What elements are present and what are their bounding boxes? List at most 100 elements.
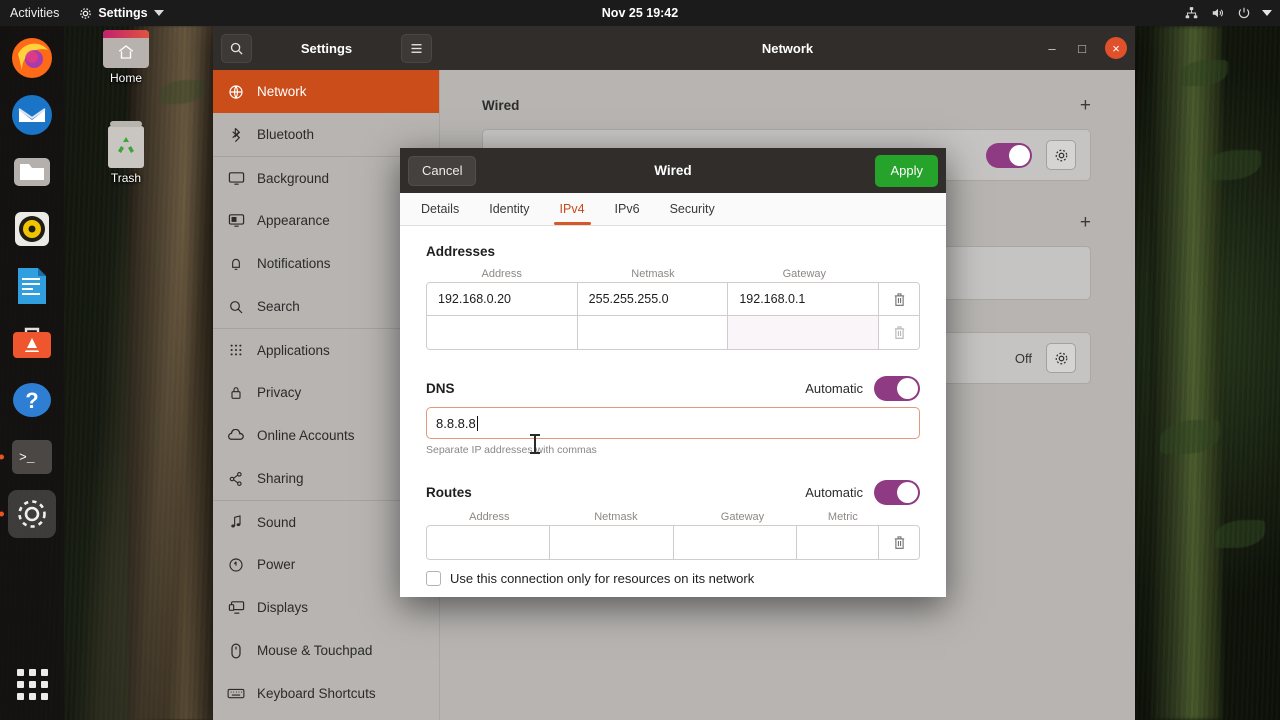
column-header-gateway: Gateway <box>782 268 827 280</box>
sidebar-item-label: Network <box>257 84 307 99</box>
section-title: Wired <box>482 98 520 113</box>
addresses-title: Addresses <box>426 244 496 259</box>
activities-button[interactable]: Activities <box>0 6 71 20</box>
desktop-icon-home[interactable]: Home <box>88 30 164 85</box>
minimize-button[interactable]: – <box>1045 41 1059 56</box>
vpn-settings-button[interactable] <box>1046 343 1076 373</box>
column-header-address: Address <box>469 511 510 523</box>
route-metric-input[interactable] <box>797 526 880 559</box>
restrict-connection-checkbox-row[interactable]: Use this connection only for resources o… <box>426 571 920 586</box>
desktop-icon-trash[interactable]: Trash <box>88 121 164 185</box>
dock-item-help[interactable]: ? <box>8 376 56 424</box>
dock-item-terminal[interactable]: >_ <box>8 433 56 481</box>
dock-item-files[interactable] <box>8 148 56 196</box>
route-netmask-input[interactable] <box>550 526 674 559</box>
dock-item-settings[interactable] <box>8 490 56 538</box>
routes-title: Routes <box>426 485 472 500</box>
dock-item-ubuntu-software[interactable] <box>8 319 56 367</box>
tab-security[interactable]: Security <box>655 193 730 225</box>
gear-icon <box>1055 149 1067 161</box>
dns-value: 8.8.8.8 <box>436 415 476 431</box>
chevron-down-icon <box>153 10 164 16</box>
addresses-column-labels: Address Netmask Gateway <box>426 268 920 280</box>
sidebar-item-network[interactable]: Network <box>213 70 439 113</box>
tab-ipv6[interactable]: IPv6 <box>600 193 655 225</box>
maximize-button[interactable]: □ <box>1075 41 1089 56</box>
dns-input[interactable]: 8.8.8.8 <box>426 407 920 439</box>
wallpaper-leaf <box>1180 60 1228 86</box>
dns-automatic-toggle[interactable] <box>874 376 920 401</box>
apply-button[interactable]: Apply <box>875 154 938 187</box>
trash-icon <box>108 121 144 168</box>
dock-item-firefox[interactable] <box>8 34 56 82</box>
address-input[interactable]: 192.168.0.20 <box>427 283 578 315</box>
clock[interactable]: Nov 25 19:42 <box>0 6 1280 20</box>
search-button[interactable] <box>221 33 252 63</box>
sidebar-item-label: Mouse & Touchpad <box>257 643 373 658</box>
cancel-button[interactable]: Cancel <box>408 155 477 186</box>
lock-icon <box>227 384 245 402</box>
restrict-connection-checkbox[interactable] <box>426 571 441 586</box>
show-applications-button[interactable] <box>10 662 54 706</box>
dock-item-thunderbird[interactable] <box>8 91 56 139</box>
netmask-input[interactable]: 255.255.255.0 <box>577 283 729 315</box>
music-note-icon <box>227 513 245 531</box>
tab-ipv4[interactable]: IPv4 <box>545 193 600 225</box>
sidebar-item-label: Notifications <box>257 256 331 271</box>
volume-icon <box>1212 8 1224 18</box>
sidebar-item-label: Power <box>257 557 296 572</box>
sidebar-item-label: Search <box>257 299 300 314</box>
gateway-input[interactable]: 192.168.0.1 <box>728 283 880 315</box>
sidebar-item-label: Displays <box>257 600 309 615</box>
dns-header: DNS Automatic <box>426 376 920 401</box>
wallpaper-leaf <box>1160 420 1220 454</box>
sidebar-item-mouse-touchpad[interactable]: Mouse & Touchpad <box>213 629 439 672</box>
power-icon <box>227 556 245 574</box>
share-icon <box>227 470 245 488</box>
routes-header: Routes Automatic <box>426 480 920 505</box>
delete-route-button[interactable] <box>879 526 919 559</box>
settings-window-titlebar: Settings Network – □ × <box>213 26 1135 70</box>
gear-icon <box>1055 352 1067 364</box>
chevron-down-icon <box>1262 10 1272 16</box>
plus-icon[interactable]: + <box>1080 96 1091 115</box>
wired-toggle[interactable] <box>986 142 1032 168</box>
gateway-input[interactable] <box>728 316 880 349</box>
route-address-input[interactable] <box>427 526 551 559</box>
appearance-icon <box>227 212 245 230</box>
column-header-address: Address <box>481 268 522 280</box>
close-button[interactable]: × <box>1105 37 1127 59</box>
dock-item-libreoffice-writer[interactable] <box>8 262 56 310</box>
table-row <box>427 526 919 559</box>
wired-connection-dialog: Cancel Wired Apply Details Identity IPv4… <box>400 148 946 597</box>
wallpaper-leaf <box>160 80 204 104</box>
sidebar-item-label: Privacy <box>257 385 302 400</box>
system-indicators[interactable] <box>1184 6 1272 20</box>
tab-details[interactable]: Details <box>406 193 474 225</box>
desktop-icon-label: Home <box>109 71 142 85</box>
wallpaper-leaf <box>1205 150 1261 180</box>
sidebar-item-keyboard-shortcuts[interactable]: Keyboard Shortcuts <box>213 672 439 715</box>
routes-automatic-control: Automatic <box>805 480 920 505</box>
sidebar-item-label: Appearance <box>257 213 330 228</box>
delete-address-button[interactable] <box>879 283 919 315</box>
delete-address-button[interactable] <box>879 316 919 349</box>
bell-icon <box>227 255 245 273</box>
restrict-connection-label: Use this connection only for resources o… <box>450 571 755 586</box>
dialog-titlebar: Cancel Wired Apply <box>400 148 946 193</box>
route-gateway-input[interactable] <box>673 526 798 559</box>
column-header-netmask: Netmask <box>631 268 675 280</box>
address-input[interactable] <box>427 316 578 349</box>
settings-content-header: Network – □ × <box>440 26 1135 70</box>
settings-title: Settings <box>300 40 353 56</box>
column-header-gateway: Gateway <box>720 511 765 523</box>
netmask-input[interactable] <box>577 316 729 349</box>
wired-settings-button[interactable] <box>1046 140 1076 170</box>
dock-item-rhythmbox[interactable] <box>8 205 56 253</box>
plus-icon[interactable]: + <box>1080 213 1091 232</box>
routes-automatic-toggle[interactable] <box>874 480 920 505</box>
tab-identity[interactable]: Identity <box>474 193 544 225</box>
app-menu-button[interactable]: Settings <box>71 6 171 20</box>
menu-button[interactable] <box>401 33 432 63</box>
column-header-netmask: Netmask <box>594 511 638 523</box>
